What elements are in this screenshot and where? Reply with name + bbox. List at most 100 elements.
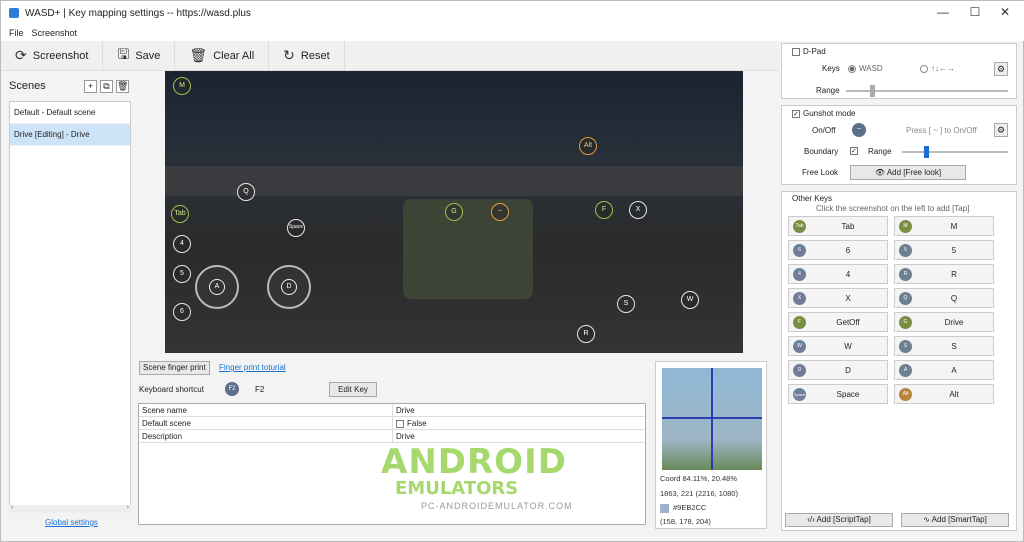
dpad-title-row[interactable]: D-Pad [792, 47, 826, 56]
key-dot: Alt [899, 388, 912, 401]
key-marker-s[interactable]: S [617, 295, 635, 313]
scene-finger-print-button[interactable]: Scene finger print [139, 361, 210, 375]
key-marker-g[interactable]: G [445, 203, 463, 221]
save-button[interactable]: 🖫 Save [103, 40, 176, 71]
table-row: Scene name Drive [139, 404, 645, 417]
arrows-radio[interactable] [920, 64, 928, 73]
scene-item-drive[interactable]: Drive [Editing] - Drive [10, 124, 130, 146]
default-scene-checkbox[interactable] [396, 419, 404, 428]
other-key-4[interactable]: 44 [788, 264, 888, 284]
finger-print-tutorial-link[interactable]: Finger print toturial [219, 363, 286, 372]
key-marker-r[interactable]: R [577, 325, 595, 343]
gunshot-settings-gear-icon[interactable]: ⚙ [994, 123, 1008, 137]
add-script-tap-label: Add [ScriptTap] [816, 515, 871, 524]
gunshot-range-slider[interactable] [902, 151, 1008, 153]
key-dot: S [899, 340, 912, 353]
key-label: D [845, 366, 851, 375]
maximize-button[interactable]: ☐ [961, 5, 989, 21]
other-key-6[interactable]: 66 [788, 240, 888, 260]
other-key-alt[interactable]: Alt Alt [894, 384, 994, 404]
menu-screenshot[interactable]: Screenshot [32, 28, 78, 38]
gunshot-checkbox[interactable] [792, 109, 800, 118]
other-key-getoff[interactable]: F GetOff [788, 312, 888, 332]
boundary-label: Boundary [804, 147, 839, 156]
add-script-tap-button[interactable]: ‹/› Add [ScriptTap] [785, 513, 893, 527]
minimize-button[interactable]: — [929, 5, 957, 21]
key-marker-alt[interactable]: Alt [579, 137, 597, 155]
key-dot: R [899, 268, 912, 281]
scene-item-default[interactable]: Default - Default scene [10, 102, 130, 124]
gunshot-range-thumb[interactable] [924, 146, 929, 158]
copy-scene-button[interactable]: ⧉ [100, 79, 113, 93]
boundary-checkbox[interactable] [850, 147, 858, 155]
dpad-wasd-option[interactable]: WASD [848, 64, 883, 73]
delete-scene-button[interactable]: 🗑 [116, 79, 129, 93]
key-marker-4[interactable]: 4 [173, 235, 191, 253]
dpad-range-thumb[interactable] [870, 85, 875, 97]
other-key-tab[interactable]: Tab Tab [788, 216, 888, 236]
key-marker-w[interactable]: W [681, 291, 699, 309]
save-icon: 🖫 [117, 45, 130, 62]
code-icon: ‹/› [807, 515, 815, 524]
add-scene-button[interactable]: + [84, 79, 97, 93]
other-key-drive[interactable]: G Drive [894, 312, 994, 332]
edit-key-button[interactable]: Edit Key [329, 382, 377, 397]
other-key-d[interactable]: DD [788, 360, 888, 380]
description-value[interactable]: Drive [393, 430, 415, 442]
other-key-w[interactable]: WW [788, 336, 888, 356]
key-label: M [950, 222, 958, 231]
add-smart-tap-button[interactable]: ∿ Add [SmartTap] [901, 513, 1009, 527]
screenshot-button[interactable]: ⟳ Screenshot [1, 40, 104, 71]
other-key-r[interactable]: RR [894, 264, 994, 284]
dpad-settings-gear-icon[interactable]: ⚙ [994, 62, 1008, 76]
zoom-panel: Coord 84.11%, 20.48% 1863, 221 (2216, 10… [655, 361, 767, 529]
app-icon [9, 8, 19, 18]
scroll-left-icon[interactable]: ‹ [11, 504, 13, 511]
other-key-x[interactable]: XX [788, 288, 888, 308]
key-marker-6[interactable]: 6 [173, 303, 191, 321]
other-key-q[interactable]: QQ [894, 288, 994, 308]
scroll-right-icon[interactable]: › [127, 504, 129, 511]
key-marker-x[interactable]: X [629, 201, 647, 219]
trash-icon: 🗑 [189, 47, 208, 63]
game-screenshot[interactable]: M Q Tab 4 5 6 Space G ~ F X Alt S W R A … [165, 71, 743, 353]
key-marker-f[interactable]: F [595, 201, 613, 219]
key-label: Space [836, 390, 860, 399]
dpad-arrows-option[interactable]: ↑↓←→ [920, 64, 955, 73]
onoff-key-badge[interactable]: ~ [852, 123, 866, 137]
scene-list-scrollbar[interactable]: ‹ › [9, 504, 131, 513]
other-key-s[interactable]: SS [894, 336, 994, 356]
scenes-panel: Scenes + ⧉ 🗑 Default - Default scene Dri… [5, 73, 131, 533]
other-key-space[interactable]: Space Space [788, 384, 888, 404]
key-marker-m[interactable]: M [173, 77, 191, 95]
wasd-radio[interactable] [848, 64, 856, 73]
close-button[interactable]: ✕ [991, 5, 1019, 21]
reset-button[interactable]: ↻ Reset [269, 40, 345, 71]
key-marker-tilde[interactable]: ~ [491, 203, 509, 221]
scene-name-value[interactable]: Drive [393, 404, 415, 416]
key-marker-5[interactable]: 5 [173, 265, 191, 283]
clear-all-button[interactable]: 🗑 Clear All [175, 40, 270, 71]
key-marker-space[interactable]: Space [287, 219, 305, 237]
key-marker-tab[interactable]: Tab [171, 205, 189, 223]
menu-file[interactable]: File [9, 28, 24, 38]
refresh-icon: ⟳ [15, 47, 27, 63]
other-key-5[interactable]: 55 [894, 240, 994, 260]
key-dot: X [793, 292, 806, 305]
key-label: GetOff [836, 318, 860, 327]
other-key-a[interactable]: AA [894, 360, 994, 380]
wasd-label: WASD [859, 64, 883, 73]
joystick-right[interactable]: D [267, 265, 311, 309]
dpad-checkbox[interactable] [792, 47, 800, 56]
gunshot-group: Gunshot mode On/Off ~ Press [ ~ ] to On/… [781, 105, 1017, 185]
joystick-left[interactable]: A [195, 265, 239, 309]
other-key-m[interactable]: MM [894, 216, 994, 236]
screenshot-jeep [403, 199, 533, 299]
add-freelook-button[interactable]: 👁 Add [Free look] [850, 165, 966, 180]
add-smart-tap-label: Add [SmartTap] [931, 515, 987, 524]
shortcut-key-badge: F2 [225, 382, 239, 396]
gunshot-title-row[interactable]: Gunshot mode [792, 109, 855, 118]
default-scene-value[interactable]: False [393, 417, 427, 429]
global-settings-link[interactable]: Global settings [45, 518, 98, 527]
key-marker-q[interactable]: Q [237, 183, 255, 201]
